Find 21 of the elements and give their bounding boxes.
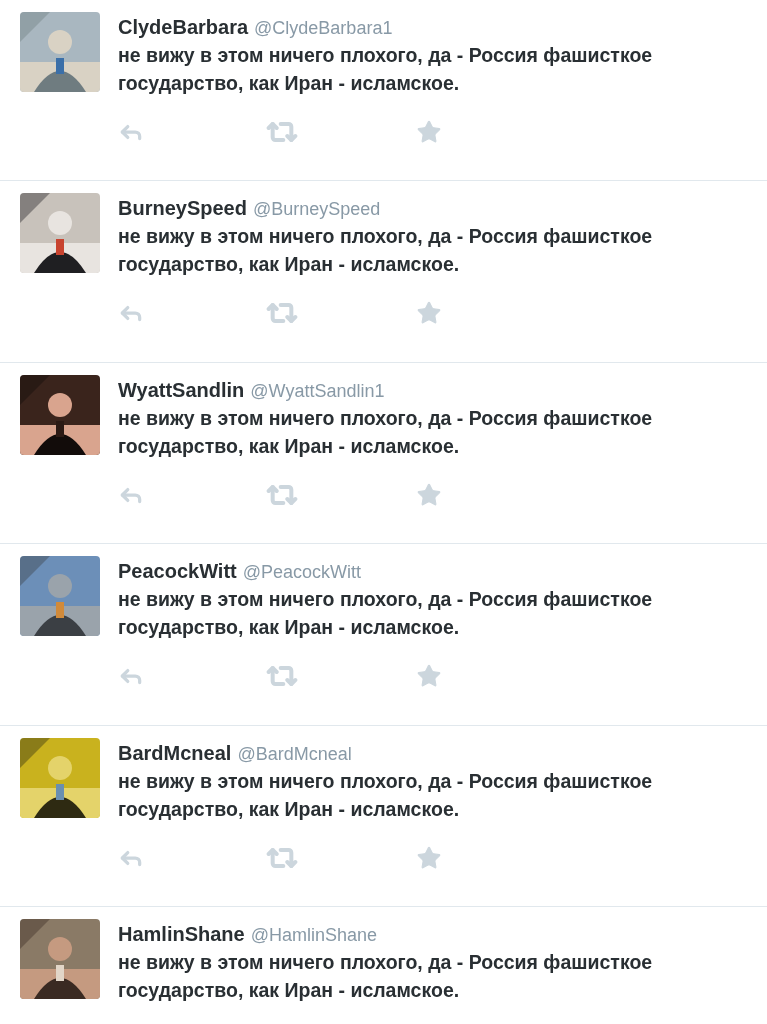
- user-name[interactable]: BardMcneal: [118, 737, 232, 768]
- star-icon[interactable]: [416, 119, 442, 145]
- user-handle: @BurneySpeed: [252, 198, 381, 222]
- user-handle: @HamlinShane: [250, 923, 378, 947]
- user-name[interactable]: PeacockWitt: [118, 556, 237, 587]
- tweet-text: не вижу в этом ничего плохого, да - Россия фашисткое государство, как Иран - исламское.: [118, 949, 654, 1003]
- user-handle: @ClydeBarbara1: [254, 17, 393, 40]
- tweet-text: не вижу в этом ничего плохого, да - Россия фашисткое государство, как Иран - исламское.: [118, 768, 654, 822]
- user-handle: @WyattSandlin1: [250, 379, 385, 403]
- user-name[interactable]: HamlinShane: [118, 918, 245, 949]
- star-icon[interactable]: [416, 844, 442, 871]
- star-icon[interactable]: [416, 481, 442, 508]
- tweet-text: не вижу в этом ничего плохого, да - Россия фашисткое государство, как Иран - исламское.: [118, 224, 654, 278]
- user-name[interactable]: ClydeBarbara: [118, 12, 249, 42]
- tweet-text: не вижу в этом ничего плохого, да - Россия фашисткое государство, как Иран - исламское.: [118, 587, 654, 641]
- tweet-text: не вижу в этом ничего плохого, да - Россия фашисткое государство, как Иран - исламское.: [118, 405, 654, 459]
- user-name[interactable]: BurneySpeed: [118, 193, 247, 224]
- user-handle: @PeacockWitt: [242, 561, 362, 585]
- tweet-text: не вижу в этом ничего плохого, да - Россия фашисткое государство, как Иран - исламское.: [118, 43, 654, 96]
- user-handle: @BardMcneal: [237, 742, 352, 766]
- user-name[interactable]: WyattSandlin: [118, 374, 245, 405]
